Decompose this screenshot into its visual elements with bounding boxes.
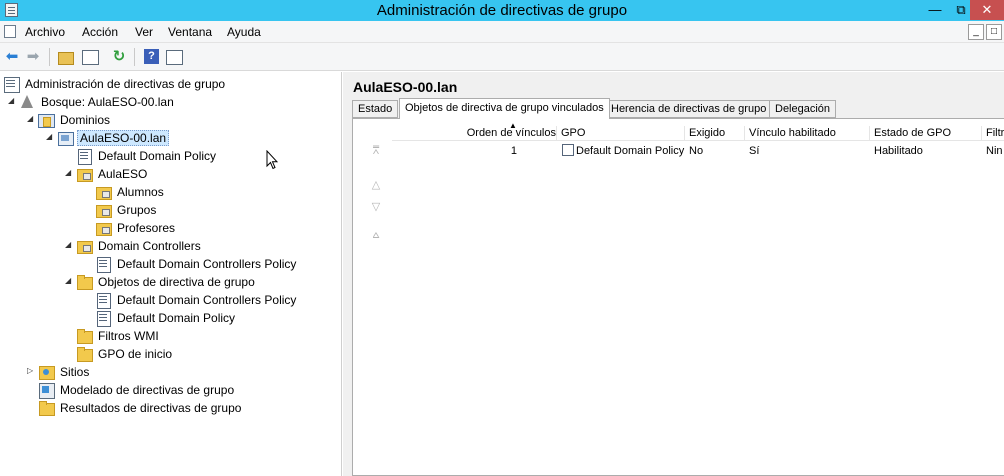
tree-node-label: Modelado de directivas de grupo [60,383,235,397]
tree-node-label: Bosque: AulaESO-00.lan [41,95,174,109]
gpo-link-icon [76,148,92,165]
tree-node-label: Alumnos [117,185,164,199]
domains-icon [38,112,55,128]
menu-ver[interactable]: Ver [135,25,153,39]
collapsed-arrow-icon[interactable]: ▷ [27,366,37,376]
tab-delegation[interactable]: Delegación [769,100,837,118]
window-title: Administración de directivas de grupo [376,2,628,19]
gpo-link-icon [95,256,111,273]
gpo-link-icon [562,144,574,156]
refresh-icon[interactable]: ↻ [110,48,128,66]
tree-node-label: Administración de directivas de grupo [25,77,226,91]
tree-node-label: Filtros WMI [98,329,159,343]
cell-gpo: Default Domain Policy [557,144,685,159]
expanded-arrow-icon[interactable]: ◢ [65,168,75,178]
console-doc-icon[interactable] [4,25,16,38]
console-tree: Administración de directivas de grupo ◢ … [0,72,342,476]
cell-link-order: 1 [510,145,517,157]
menu-ayuda[interactable]: Ayuda [227,25,261,39]
move-down-icon[interactable]: ▽ [368,199,384,215]
column-header-gpo-status[interactable]: Estado de GPO [870,126,982,141]
gpo-icon [95,292,111,309]
ou-folder-icon [95,184,112,200]
cell-link-enabled: Sí [749,145,760,157]
toolbar: ⬅ ➡ ↻ [0,43,1004,71]
domain-icon [57,130,74,146]
toolbar-separator [134,48,135,66]
details-pane: AulaESO-00.lan Estado Objetos de directi… [343,72,1004,476]
tree-node-label: Grupos [117,203,157,217]
child-minimize-button[interactable]: _ [968,24,984,40]
results-folder-icon [38,400,55,416]
tree-node-label: Dominios [60,113,111,127]
expanded-arrow-icon[interactable]: ◢ [65,276,75,286]
menu-ventana[interactable]: Ventana [168,25,212,39]
column-header-enforced[interactable]: Exigido [685,126,745,141]
tree-node-label: Objetos de directiva de grupo [98,275,255,289]
toolbar-separator [49,48,50,66]
column-header-wmi-filter[interactable]: Filtr [982,126,1004,141]
help-icon[interactable] [143,48,161,66]
up-folder-icon[interactable] [56,48,74,66]
move-to-top-icon[interactable]: ⩞ [368,143,384,159]
forest-icon [19,94,35,109]
expanded-arrow-icon[interactable]: ◢ [65,240,75,250]
tree-node-label: Default Domain Policy [98,149,217,163]
move-to-bottom-icon[interactable]: ⩟ [368,227,384,243]
close-button[interactable]: ✕ [970,0,1004,20]
ou-folder-icon [95,202,112,218]
cell-gpo-status: Habilitado [874,145,923,157]
column-header-gpo[interactable]: GPO [557,126,685,141]
table-header: Orden de vínculos ▲ GPO Exigido Vínculo … [392,121,1004,141]
gpmc-root-icon [3,76,20,93]
cell-gpo-label: Default Domain Policy [576,145,685,157]
column-header-link-enabled[interactable]: Vínculo habilitado [745,126,870,141]
cell-enforced: No [689,145,704,157]
tree-node-label: AulaESO-00.lan [77,130,170,146]
show-action-pane-icon[interactable] [165,48,183,66]
ou-folder-icon [76,166,93,182]
folder-icon [76,328,93,344]
sites-icon [38,364,55,380]
gpo-icon [95,310,111,327]
expanded-arrow-icon[interactable]: ◢ [46,132,56,142]
folder-icon [76,274,93,290]
forward-arrow-icon[interactable]: ➡ [24,48,42,66]
tree-node-label: Default Domain Controllers Policy [117,257,297,271]
scope-title: AulaESO-00.lan [353,79,458,95]
show-hide-console-tree-icon[interactable] [81,48,99,66]
tab-linked-gpos[interactable]: Objetos de directiva de grupo vinculados [399,98,610,119]
menu-archivo[interactable]: Archivo [25,25,65,39]
tree-node-label: GPO de inicio [98,347,173,361]
tree-node-label: AulaESO [98,167,148,181]
move-up-icon[interactable]: △ [368,177,384,193]
folder-icon [76,346,93,362]
expanded-arrow-icon[interactable]: ◢ [8,96,18,106]
back-arrow-icon[interactable]: ⬅ [3,48,21,66]
tree-node-label: Resultados de directivas de grupo [60,401,242,415]
child-restore-button[interactable]: □ [986,24,1002,40]
modeling-icon [38,382,55,399]
title-bar: Administración de directivas de grupo — … [0,0,1004,21]
column-header-link-order[interactable]: Orden de vínculos [392,126,557,141]
menu-accion[interactable]: Acción [82,25,118,39]
tree-node-label: Domain Controllers [98,239,201,253]
sort-ascending-icon: ▲ [509,121,517,130]
tab-estado[interactable]: Estado [352,100,399,118]
tree-node-label: Default Domain Policy [117,311,236,325]
linked-gpos-panel: ⩞ △ ▽ ⩟ Orden de vínculos ▲ GPO Exigido … [352,118,1004,476]
ou-folder-icon [95,220,112,236]
ou-folder-icon [76,238,93,254]
cell-wmi-filter: Nin [986,145,1003,157]
tree-node-label: Default Domain Controllers Policy [117,293,297,307]
tree-node-label: Sitios [60,365,90,379]
expanded-arrow-icon[interactable]: ◢ [27,114,37,124]
menu-bar: Archivo Acción Ver Ventana Ayuda _ □ [0,21,1004,43]
tree-node-label: Profesores [117,221,176,235]
tab-inheritance[interactable]: Herencia de directivas de grupo [605,100,773,118]
